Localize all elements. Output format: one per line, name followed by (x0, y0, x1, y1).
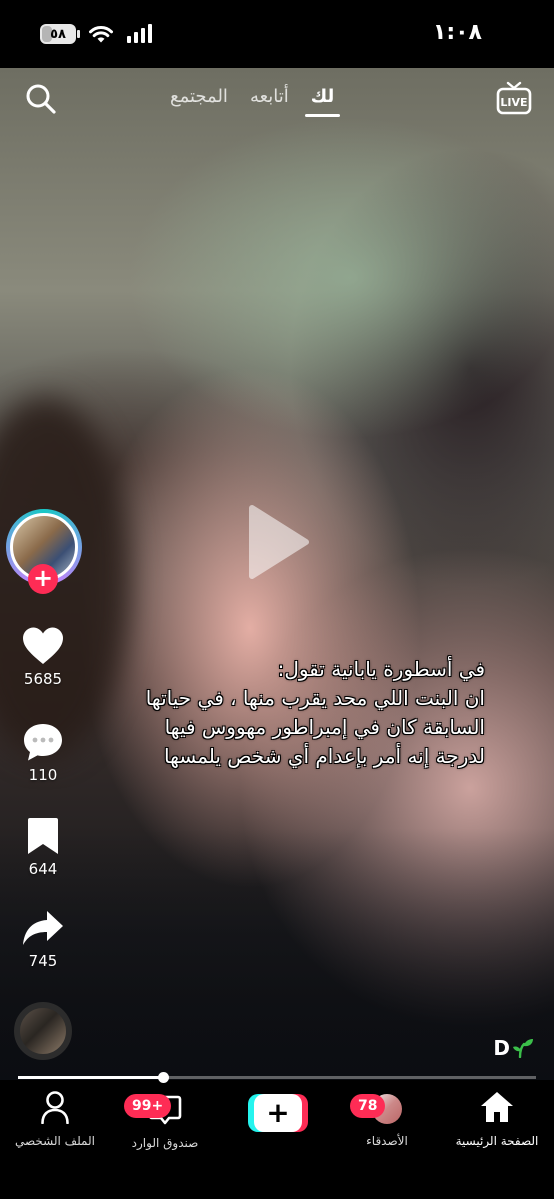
caption-line: لدرجة إنه أمر بإعدام أي شخص يلمسها (164, 744, 485, 768)
create-button[interactable]: + (248, 1094, 308, 1132)
profile-icon (41, 1091, 69, 1125)
tab-community[interactable]: المجتمع (170, 86, 228, 107)
watermark-letter: D (493, 1036, 510, 1060)
save-button[interactable]: 644 (0, 816, 86, 878)
friends-badge: 78 (350, 1094, 386, 1118)
home-icon (481, 1092, 513, 1122)
inbox-badge: 99+ (124, 1094, 172, 1118)
feed-tabs: لك أتابعه المجتمع (170, 86, 340, 117)
battery-level: ٥٨ (50, 26, 66, 42)
top-nav: لك أتابعه المجتمع LIVE (0, 78, 554, 128)
video-progress-bar[interactable] (18, 1072, 536, 1083)
bookmark-icon (28, 818, 58, 854)
nav-profile[interactable]: الملف الشخصي (0, 1090, 110, 1148)
plus-icon: + (254, 1094, 302, 1132)
tab-following[interactable]: أتابعه (250, 86, 289, 107)
caption-line: في أسطورة يابانية تقول: (277, 657, 485, 681)
follow-plus-icon[interactable]: + (28, 564, 58, 594)
nav-inbox[interactable]: صندوق الوارد 99+ (110, 1090, 220, 1150)
progress-fill (18, 1076, 164, 1079)
comment-icon (24, 724, 62, 761)
search-icon[interactable] (24, 82, 58, 116)
battery-icon: ٥٨ (40, 24, 80, 44)
live-label: LIVE (500, 96, 527, 109)
bottom-nav: الملف الشخصي صندوق الوارد 99+ + الأصدقاء… (0, 1080, 554, 1199)
nav-home-label: الصفحة الرئيسية (455, 1134, 539, 1148)
caption-line: السابقة كان في إمبراطور مهووس فيها (164, 715, 485, 739)
nav-home[interactable]: الصفحة الرئيسية (442, 1090, 552, 1148)
progress-knob[interactable] (158, 1072, 170, 1083)
caption-line: ان البنت اللي محد يقرب منها ، في حياتها (145, 686, 485, 710)
live-icon[interactable]: LIVE (496, 80, 532, 116)
status-icons: ٥٨ (40, 24, 156, 44)
nav-inbox-label: صندوق الوارد (131, 1136, 199, 1150)
music-disc[interactable] (14, 1002, 72, 1060)
heart-icon (23, 627, 63, 664)
wifi-icon (89, 26, 113, 43)
save-count: 644 (28, 860, 58, 878)
status-bar: ٥٨ ١:٠٨ (0, 0, 554, 68)
share-count: 745 (28, 952, 58, 970)
nav-profile-label: الملف الشخصي (15, 1134, 95, 1148)
sprout-icon (513, 1039, 533, 1058)
share-icon (23, 911, 63, 945)
video-caption[interactable]: في أسطورة يابانية تقول: ان البنت اللي مح… (70, 655, 485, 771)
screen: ٥٨ ١:٠٨ لك أتابعه المجتمع LIVE + 5685 11… (0, 0, 554, 1199)
nav-friends-label: الأصدقاء (366, 1134, 408, 1148)
watermark-logo: D (493, 1036, 534, 1060)
nav-friends[interactable]: الأصدقاء 78 (332, 1090, 442, 1148)
share-button[interactable]: 745 (0, 908, 86, 970)
signal-icon (127, 24, 152, 43)
tab-for-you[interactable]: لك (304, 86, 340, 117)
clock: ١:٠٨ (432, 20, 482, 45)
play-icon[interactable] (246, 502, 310, 582)
